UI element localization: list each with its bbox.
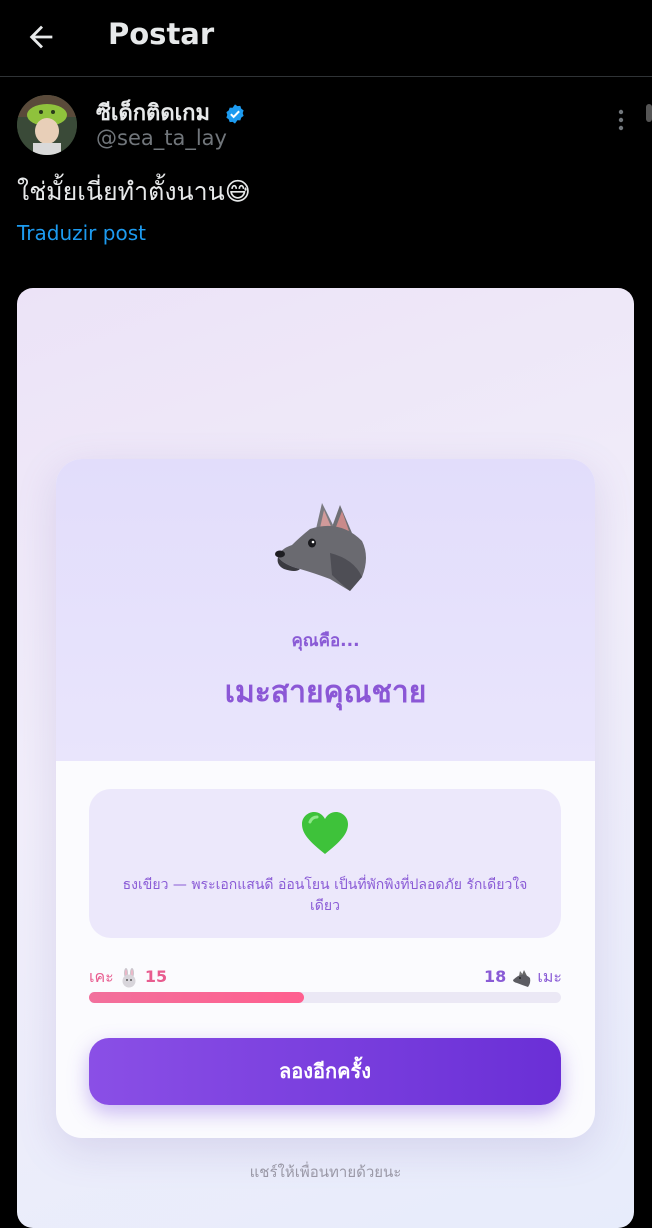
arrow-left-icon[interactable] <box>24 20 58 54</box>
green-heart-icon <box>302 812 348 854</box>
author-handle[interactable]: @sea_ta_lay <box>96 126 227 150</box>
wolf-icon <box>275 503 366 591</box>
retry-button[interactable]: ลองอีกครั้ง <box>89 1038 561 1105</box>
verified-badge-icon <box>226 104 244 124</box>
left-score-label: เคะ <box>89 967 114 986</box>
share-text: แชร์ให้เพื่อนทายด้วยนะ <box>249 1163 402 1181</box>
post-text: ใช่มั้ยเนี่ยทำตั้งนาน😅 <box>17 177 251 206</box>
result-intro: คุณคือ... <box>291 631 360 651</box>
score-progress-bar <box>89 992 561 1003</box>
description-box: ธงเขียว — พระเอกแสนดี อ่อนโยน เป็นที่พัก… <box>89 789 561 938</box>
right-score-label: เมะ <box>537 967 562 986</box>
translate-link[interactable]: Traduzir post <box>17 221 146 245</box>
more-vertical-icon[interactable] <box>616 108 626 132</box>
wolf-icon <box>512 969 531 987</box>
left-score-value: 15 <box>144 967 168 986</box>
quiz-result-card: คุณคือ... เมะสายคุณชาย ธงเขียว — พระเอกแ… <box>56 459 595 1138</box>
result-title: เมะสายคุณชาย <box>224 675 427 710</box>
result-header: คุณคือ... เมะสายคุณชาย <box>56 459 595 761</box>
right-score: 18 เมะ <box>484 965 562 990</box>
author-name[interactable]: ซีเด็กติดเกม <box>96 95 246 130</box>
rabbit-icon <box>122 967 136 987</box>
right-score-value: 18 <box>483 967 507 986</box>
result-description: ธงเขียว — พระเอกแสนดี อ่อนโยน เป็นที่พัก… <box>122 877 528 914</box>
left-score: เคะ 15 <box>89 965 167 990</box>
scrollbar[interactable] <box>646 104 652 122</box>
post-image[interactable]: คุณคือ... เมะสายคุณชาย ธงเขียว — พระเอกแ… <box>17 288 634 1228</box>
top-bar: Postar <box>0 0 652 77</box>
score-progress-fill <box>89 992 304 1003</box>
author-name-text: ซีเด็กติดเกม <box>96 101 210 126</box>
page-title: Postar <box>108 17 215 51</box>
avatar[interactable] <box>17 95 77 155</box>
